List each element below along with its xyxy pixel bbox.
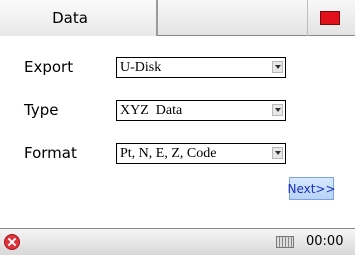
error-icon[interactable] <box>4 234 20 250</box>
export-label: Export <box>24 58 74 76</box>
tab-data-label: Data <box>52 9 88 27</box>
next-button[interactable]: Next>> <box>287 177 336 200</box>
next-button-label: Next>> <box>287 181 336 196</box>
keyboard-icon[interactable] <box>276 236 294 248</box>
close-icon[interactable] <box>320 11 340 25</box>
format-value: Pt, N, E, Z, Code <box>120 146 217 161</box>
chevron-down-icon[interactable] <box>272 104 283 116</box>
chevron-down-icon[interactable] <box>272 147 283 159</box>
export-value: U-Disk <box>120 60 162 75</box>
status-bar: 00:00 <box>0 228 355 255</box>
tab-empty <box>160 0 308 36</box>
type-dropdown[interactable]: XYZ Data <box>116 100 286 121</box>
type-value: XYZ Data <box>120 103 183 118</box>
type-label: Type <box>24 101 59 119</box>
format-dropdown[interactable]: Pt, N, E, Z, Code <box>116 143 286 164</box>
tab-data[interactable]: Data <box>0 0 158 36</box>
top-bar: Data <box>0 0 355 36</box>
format-label: Format <box>24 144 77 162</box>
chevron-down-icon[interactable] <box>272 61 283 73</box>
export-dropdown[interactable]: U-Disk <box>116 57 286 78</box>
clock-time: 00:00 <box>306 234 344 249</box>
